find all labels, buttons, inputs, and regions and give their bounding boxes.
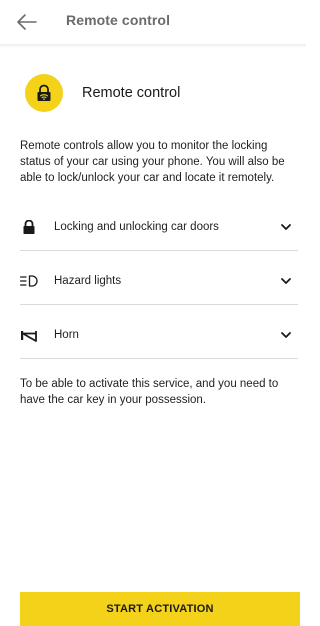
page-title: Remote control (66, 12, 171, 28)
chevron-down-icon[interactable] (280, 222, 292, 232)
feature-label: Horn (54, 329, 79, 341)
top-bar-divider (0, 44, 306, 48)
activation-requirement-note: To be able to activate this service, and… (20, 378, 279, 406)
chevron-down-icon[interactable] (280, 276, 292, 286)
start-activation-button[interactable]: START ACTIVATION (20, 592, 300, 626)
hero-icon-badge (25, 74, 63, 112)
feature-label: Hazard lights (54, 275, 122, 287)
service-description: Remote controls allow you to monitor the… (20, 140, 285, 184)
arrow-left-icon[interactable] (16, 11, 38, 33)
feature-row-hazard-lights[interactable]: Hazard lights (20, 258, 298, 305)
hazard-lights-icon (20, 275, 38, 287)
feature-row-locking[interactable]: Locking and unlocking car doors (20, 204, 298, 251)
feature-row-horn[interactable]: Horn (20, 312, 298, 359)
top-bar: Remote control (0, 0, 306, 44)
lock-icon (23, 220, 35, 234)
chevron-down-icon[interactable] (280, 330, 292, 340)
hero-title: Remote control (82, 85, 181, 101)
lock-wifi-icon (37, 84, 51, 101)
horn-icon (21, 331, 37, 342)
feature-label: Locking and unlocking car doors (54, 221, 219, 233)
